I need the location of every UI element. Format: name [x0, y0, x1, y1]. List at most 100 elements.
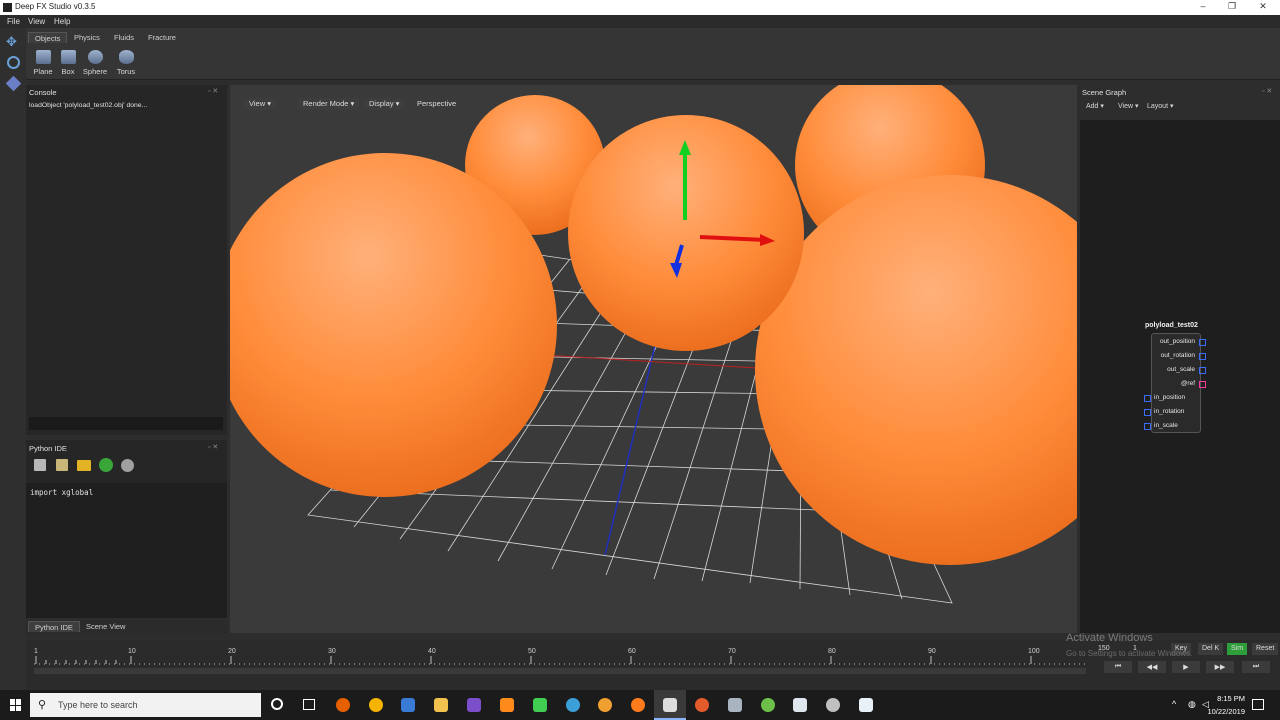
port-in-position-socket[interactable] — [1144, 395, 1151, 402]
new-file-icon[interactable] — [34, 459, 46, 471]
title-bar: Deep FX Studio v0.3.5 – ❐ ✕ — [0, 0, 1280, 15]
sphere-icon — [87, 50, 103, 64]
timeline-ruler[interactable]: 1 10 20 30 40 50 60 70 80 90 100 — [34, 644, 1086, 666]
window-title: Deep FX Studio v0.3.5 — [15, 2, 96, 11]
tick-50: 50 — [528, 648, 536, 655]
settings-icon[interactable] — [121, 459, 134, 472]
view-dropdown[interactable]: View ▾ — [244, 98, 276, 110]
skip-start-button[interactable]: ⏮ — [1104, 661, 1132, 673]
python-ide-title: Python IDE — [29, 444, 67, 453]
tray-chevron-icon[interactable]: ^ — [1172, 699, 1176, 709]
tab-objects[interactable]: Objects — [28, 32, 68, 43]
rotate-tool-icon[interactable] — [7, 56, 20, 69]
console-panel-controls[interactable]: ▫ ✕ — [208, 87, 218, 95]
cortana-icon[interactable] — [271, 698, 283, 710]
port-in-rotation-socket[interactable] — [1144, 409, 1151, 416]
box-button[interactable]: Box — [53, 50, 83, 76]
menu-bar: File View Help — [0, 15, 1280, 28]
sim-button[interactable]: Sim — [1227, 643, 1248, 655]
port-ref-socket[interactable] — [1199, 381, 1206, 388]
reset-button[interactable]: Reset — [1252, 643, 1279, 655]
run-icon[interactable] — [99, 458, 113, 472]
scene-graph-panel-controls[interactable]: ▫ ✕ — [1262, 87, 1272, 95]
firefox-icon[interactable] — [336, 698, 350, 712]
python-ide-panel-controls[interactable]: ▫ ✕ — [208, 443, 218, 451]
scale-tool-icon[interactable] — [5, 75, 22, 92]
port-out-rotation-socket[interactable] — [1199, 353, 1206, 360]
display-label: Display — [369, 99, 394, 108]
display-dropdown[interactable]: Display ▾ — [364, 98, 405, 110]
deep-fx-taskbar-button[interactable] — [654, 690, 686, 720]
tab-fracture[interactable]: Fracture — [142, 32, 182, 43]
tab-python-ide[interactable]: Python IDE — [28, 621, 80, 632]
task-view-icon[interactable] — [303, 699, 315, 710]
clock-time[interactable]: 8:15 PM — [1205, 694, 1245, 703]
blender-alt-icon[interactable] — [631, 698, 645, 712]
port-in-scale-socket[interactable] — [1144, 423, 1151, 430]
search-placeholder: Type here to search — [58, 700, 138, 710]
torus-button[interactable]: Torus — [111, 50, 141, 76]
render-mode-dropdown[interactable]: Render Mode ▾ — [298, 98, 360, 110]
scene-graph-layout-menu[interactable]: Layout ▾ — [1147, 102, 1174, 110]
code-editor[interactable]: import xglobal — [26, 483, 227, 618]
viewport-3d[interactable]: View ▾ Render Mode ▾ Display ▾ Perspecti… — [230, 85, 1077, 633]
restore-button[interactable]: ❐ — [1225, 1, 1239, 13]
clock-date[interactable]: 10/22/2019 — [1197, 707, 1245, 716]
scene-node[interactable]: out_position out_rotation out_scale @ref… — [1144, 333, 1206, 433]
app-icon — [3, 3, 12, 12]
tab-fluids[interactable]: Fluids — [108, 32, 140, 43]
cycle-app-icon[interactable] — [566, 698, 580, 712]
scene-graph-add-menu[interactable]: Add ▾ — [1086, 102, 1104, 110]
step-back-button[interactable]: ◀◀ — [1138, 661, 1166, 673]
monitor-app-icon[interactable] — [859, 698, 873, 712]
qt-creator-icon[interactable] — [533, 698, 547, 712]
utorrent-icon[interactable] — [761, 698, 775, 712]
visual-studio-icon[interactable] — [467, 698, 481, 712]
tick-90: 90 — [928, 648, 936, 655]
tool-strip: ✥ — [0, 28, 26, 690]
perspective-label[interactable]: Perspective — [412, 98, 461, 110]
network-icon[interactable]: ◍ — [1188, 699, 1196, 710]
deep-fx-icon — [663, 698, 677, 712]
delete-key-button[interactable]: Del K — [1198, 643, 1224, 655]
close-button[interactable]: ✕ — [1256, 1, 1270, 13]
unity-icon[interactable] — [826, 698, 840, 712]
azure-icon[interactable] — [401, 698, 415, 712]
windows-start-icon[interactable] — [10, 699, 22, 711]
scene-graph-view-menu[interactable]: View ▾ — [1118, 102, 1139, 110]
port-out-scale: out_scale — [1167, 366, 1195, 373]
menu-help[interactable]: Help — [54, 17, 70, 26]
window-app-icon[interactable] — [793, 698, 807, 712]
blender-icon[interactable] — [598, 698, 612, 712]
file-explorer-icon[interactable] — [434, 698, 448, 712]
move-tool-icon[interactable]: ✥ — [6, 34, 17, 50]
menu-view[interactable]: View — [28, 17, 45, 26]
open-folder-icon[interactable] — [77, 460, 91, 471]
edit-icon[interactable] — [56, 459, 68, 471]
chrome-icon[interactable] — [369, 698, 383, 712]
console-panel: Console ▫ ✕ loadObject 'polyload_test02.… — [26, 85, 227, 435]
console-input[interactable] — [29, 417, 223, 430]
port-out-position-socket[interactable] — [1199, 339, 1206, 346]
sphere-button[interactable]: Sphere — [80, 50, 110, 76]
menu-file[interactable]: File — [7, 17, 20, 26]
timeline-scrollbar[interactable] — [34, 668, 1086, 674]
tab-physics[interactable]: Physics — [68, 32, 106, 43]
notification-icon[interactable] — [1252, 699, 1264, 710]
network-app-icon[interactable] — [728, 698, 742, 712]
houdini-icon[interactable] — [695, 698, 709, 712]
view-menu-label: View — [1118, 103, 1134, 110]
sublime-text-icon[interactable] — [500, 698, 514, 712]
tab-scene-view[interactable]: Scene View — [80, 621, 131, 632]
step-forward-button[interactable]: ▶▶ — [1206, 661, 1234, 673]
play-button[interactable]: ▶ — [1172, 661, 1200, 673]
taskbar-search[interactable]: ⚲ Type here to search — [30, 693, 261, 717]
port-out-scale-socket[interactable] — [1199, 367, 1206, 374]
port-in-position: in_position — [1154, 394, 1186, 401]
torus-label: Torus — [116, 67, 136, 76]
minimize-button[interactable]: – — [1196, 1, 1210, 13]
tick-70: 70 — [728, 648, 736, 655]
skip-end-button[interactable]: ⏭ — [1242, 661, 1270, 673]
plane-icon — [35, 50, 51, 64]
shelf: Objects Physics Fluids Fracture Plane Bo… — [26, 28, 1280, 80]
